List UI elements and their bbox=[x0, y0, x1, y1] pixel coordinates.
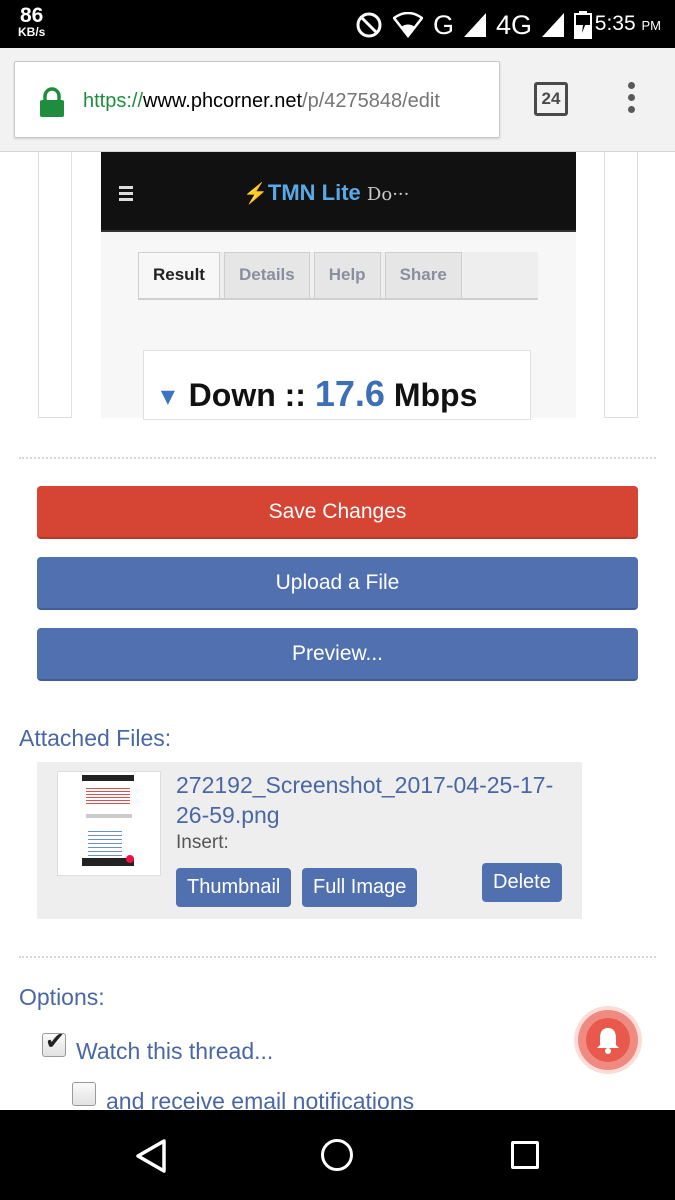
lightning-icon: ⚡ bbox=[243, 183, 268, 205]
bell-icon bbox=[597, 1028, 619, 1054]
tmn-result-panel: ▼ Down :: 17.6 Mbps bbox=[143, 350, 531, 420]
embedded-screenshot-inner: ⚡TMN Lite Do··· Result Details Help Shar… bbox=[71, 152, 605, 420]
insert-full-image-button[interactable]: Full Image bbox=[302, 868, 418, 907]
tmn-tab-share: Share bbox=[384, 252, 462, 298]
home-icon[interactable] bbox=[321, 1139, 353, 1171]
hamburger-menu-icon bbox=[119, 186, 133, 204]
attachment-item: 272192_Screenshot_2017-04-25-17-26-59.pn… bbox=[37, 762, 582, 919]
clock-ampm: PM bbox=[641, 18, 662, 33]
network-speed: 86 KB/s bbox=[18, 5, 45, 38]
tmn-tabs: Result Details Help Share bbox=[138, 252, 538, 300]
tmn-header: ⚡TMN Lite Do··· bbox=[101, 152, 576, 232]
status-bar: 86 KB/s G 4G 5:35 PM bbox=[0, 0, 675, 48]
url-text[interactable]: https://www.phcorner.net/p/4275848/edit bbox=[83, 90, 440, 113]
insert-thumbnail-button[interactable]: Thumbnail bbox=[176, 868, 292, 907]
system-nav-bar bbox=[0, 1110, 675, 1200]
tmn-logo-suffix: Do··· bbox=[366, 184, 410, 205]
embedded-screenshot: ⚡TMN Lite Do··· Result Details Help Shar… bbox=[38, 152, 638, 420]
options-heading: Options: bbox=[19, 984, 105, 1010]
upload-file-button[interactable]: Upload a File bbox=[37, 557, 638, 610]
attachment-filename[interactable]: 272192_Screenshot_2017-04-25-17-26-59.pn… bbox=[176, 770, 566, 830]
preview-button[interactable]: Preview... bbox=[37, 628, 638, 681]
download-unit: Mbps bbox=[393, 377, 478, 413]
do-not-disturb-icon bbox=[356, 12, 382, 38]
url-host: www.phcorner.net bbox=[143, 90, 303, 112]
tmn-body: Result Details Help Share ▼ Down :: 17.6… bbox=[101, 232, 576, 420]
url-path: /p/4275848/edit bbox=[302, 90, 440, 112]
download-label: Down :: bbox=[188, 377, 306, 413]
download-arrow-icon: ▼ bbox=[156, 383, 180, 411]
watch-thread-checkbox[interactable]: ✔ bbox=[42, 1028, 66, 1057]
notification-bell-button[interactable] bbox=[578, 1010, 638, 1070]
clock: 5:35 PM bbox=[595, 12, 661, 36]
status-icons: G 4G bbox=[355, 9, 593, 40]
download-value: 17.6 bbox=[314, 373, 385, 414]
attachment-thumbnail[interactable] bbox=[57, 771, 161, 876]
insert-label: Insert: bbox=[176, 832, 229, 853]
email-notifications-checkbox[interactable] bbox=[72, 1082, 96, 1106]
divider bbox=[19, 457, 656, 459]
battery-icon bbox=[574, 11, 593, 39]
url-scheme: https:// bbox=[83, 90, 144, 112]
email-notifications-label[interactable]: and receive email notifications bbox=[106, 1088, 414, 1110]
recent-apps-icon[interactable] bbox=[511, 1141, 539, 1169]
divider-2 bbox=[19, 956, 656, 958]
address-bar[interactable]: https://www.phcorner.net/p/4275848/edit bbox=[14, 61, 500, 138]
network-speed-value: 86 bbox=[19, 4, 44, 27]
tmn-tab-result: Result bbox=[138, 252, 220, 298]
checkmark-icon: ✔ bbox=[45, 1028, 66, 1055]
tab-switcher-button[interactable]: 24 bbox=[534, 82, 568, 116]
network-type-g: G bbox=[433, 9, 455, 40]
delete-attachment-button[interactable]: Delete bbox=[482, 863, 562, 902]
tmn-tab-details: Details bbox=[223, 252, 310, 298]
back-icon[interactable] bbox=[134, 1138, 168, 1174]
browser-toolbar: https://www.phcorner.net/p/4275848/edit … bbox=[0, 48, 675, 152]
watch-thread-label[interactable]: Watch this thread... bbox=[76, 1038, 273, 1065]
page-content: ⚡TMN Lite Do··· Result Details Help Shar… bbox=[0, 152, 675, 1110]
save-changes-button[interactable]: Save Changes bbox=[37, 486, 638, 539]
tmn-logo: ⚡TMN Lite Do··· bbox=[243, 180, 409, 206]
network-speed-unit: KB/s bbox=[18, 25, 46, 39]
attached-files-heading: Attached Files: bbox=[19, 725, 172, 751]
network-type-4g: 4G bbox=[496, 9, 533, 40]
tmn-logo-text: TMN Lite bbox=[267, 180, 361, 205]
signal-icon-2 bbox=[542, 13, 565, 37]
lock-icon bbox=[40, 87, 64, 117]
tmn-tab-help: Help bbox=[313, 252, 381, 298]
wifi-icon bbox=[393, 12, 423, 38]
signal-icon bbox=[464, 13, 487, 37]
overflow-menu-icon[interactable] bbox=[624, 82, 638, 116]
download-speed: ▼ Down :: 17.6 Mbps bbox=[156, 373, 477, 415]
clock-time: 5:35 bbox=[594, 12, 636, 35]
